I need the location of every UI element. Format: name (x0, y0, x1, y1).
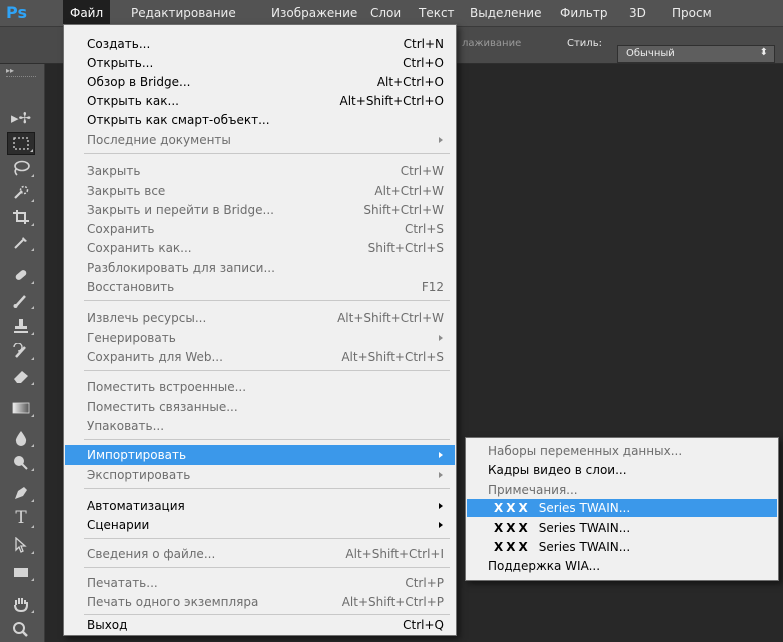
menu-layers[interactable]: Слои (363, 0, 408, 26)
menu-item-recent-documents[interactable]: Последние документы (65, 131, 455, 149)
menu-separator (84, 370, 450, 371)
submenu-arrow-icon (439, 503, 443, 509)
menu-item-close[interactable]: Закрыть Ctrl+W (65, 162, 455, 180)
device-prefix: XXX (494, 540, 531, 554)
photoshop-logo: Ps (6, 3, 27, 22)
submenu-item-twain-1[interactable]: XXX Series TWAIN... (467, 499, 777, 517)
submenu-arrow-icon (439, 452, 443, 458)
submenu-item-twain-3[interactable]: XXX Series TWAIN... (467, 538, 777, 556)
menu-item-print[interactable]: Печатать... Ctrl+P (65, 574, 455, 592)
gradient-tool-icon[interactable] (7, 396, 35, 419)
menu-edit[interactable]: Редактирование (124, 0, 243, 26)
menu-item-automate[interactable]: Автоматизация (65, 497, 455, 515)
device-prefix: XXX (494, 521, 531, 535)
menu-item-place-linked[interactable]: Поместить связанные... (65, 398, 455, 416)
menu-3d[interactable]: 3D (622, 0, 653, 26)
submenu-arrow-icon (439, 472, 443, 478)
device-prefix: XXX (494, 501, 531, 515)
style-select[interactable]: Обычный ⬍ (617, 45, 775, 63)
menu-item-close-go-bridge[interactable]: Закрыть и перейти в Bridge... Shift+Ctrl+… (65, 201, 455, 219)
menu-file[interactable]: Файл (63, 0, 111, 26)
rect-marquee-tool-icon[interactable] (7, 132, 35, 155)
menu-separator (84, 439, 450, 440)
blur-tool-icon[interactable] (7, 426, 35, 449)
menu-separator (84, 538, 450, 539)
menu-type[interactable]: Текст (412, 0, 462, 26)
move-tool-icon[interactable]: ▸✢ (7, 107, 35, 130)
submenu-item-video-frames[interactable]: Кадры видео в слои... (467, 461, 777, 479)
eyedropper-tool-icon[interactable] (7, 230, 35, 253)
history-brush-tool-icon[interactable] (7, 339, 35, 362)
menu-item-save[interactable]: Сохранить Ctrl+S (65, 220, 455, 238)
menu-select[interactable]: Выделение (463, 0, 548, 26)
submenu-arrow-icon (439, 522, 443, 528)
menu-item-export[interactable]: Экспортировать (65, 466, 455, 484)
menu-separator (84, 488, 450, 489)
file-menu: Создать... Ctrl+N Открыть... Ctrl+O Обзор … (63, 24, 457, 636)
menu-image[interactable]: Изображение (264, 0, 364, 26)
collapse-panel-icon[interactable]: ▸▸ (6, 66, 14, 75)
menu-item-new[interactable]: Создать... Ctrl+N (65, 35, 455, 53)
style-label: Стиль: (567, 38, 602, 49)
panel-grip[interactable] (6, 76, 36, 79)
menu-view[interactable]: Просм (665, 0, 719, 26)
brush-tool-icon[interactable] (7, 288, 35, 311)
menu-separator (84, 153, 450, 154)
submenu-item-data-sets[interactable]: Наборы переменных данных... (467, 442, 777, 460)
device-label: Series TWAIN... (538, 501, 631, 515)
submenu-item-notes[interactable]: Примечания... (467, 481, 777, 499)
menu-item-save-for-web[interactable]: Сохранить для Web... Alt+Shift+Ctrl+S (65, 348, 455, 366)
menu-item-extract-assets[interactable]: Извлечь ресурсы... Alt+Shift+Ctrl+W (65, 309, 455, 327)
menu-bar: Ps Файл Редактирование Изображение Слои … (0, 0, 783, 27)
zoom-tool-icon[interactable] (7, 617, 35, 640)
healing-brush-tool-icon[interactable] (7, 263, 35, 286)
device-label: Series TWAIN... (538, 521, 631, 535)
menu-item-import[interactable]: Импортировать (65, 445, 455, 465)
menu-item-place-embedded[interactable]: Поместить встроенные... (65, 378, 455, 396)
menu-item-browse-bridge[interactable]: Обзор в Bridge... Alt+Ctrl+O (65, 73, 455, 91)
menu-item-package[interactable]: Упаковать... (65, 417, 455, 435)
submenu-item-twain-2[interactable]: XXX Series TWAIN... (467, 519, 777, 537)
dodge-tool-icon[interactable] (7, 450, 35, 473)
menu-item-save-as[interactable]: Сохранить как... Shift+Ctrl+S (65, 239, 455, 257)
device-label: Series TWAIN... (538, 540, 631, 554)
antialias-label: лаживание (462, 38, 522, 49)
menu-item-print-one-copy[interactable]: Печать одного экземпляра Alt+Shift+Ctrl+P (65, 593, 455, 611)
rectangle-shape-tool-icon[interactable] (7, 560, 35, 583)
eraser-tool-icon[interactable] (7, 364, 35, 387)
menu-separator (84, 300, 450, 301)
select-arrows-icon: ⬍ (759, 47, 768, 58)
clone-stamp-tool-icon[interactable] (7, 314, 35, 337)
import-submenu: Наборы переменных данных... Кадры видео … (465, 437, 779, 581)
menu-item-close-all[interactable]: Закрыть все Alt+Ctrl+W (65, 182, 455, 200)
lasso-tool-icon[interactable] (7, 156, 35, 179)
menu-item-generate[interactable]: Генерировать (65, 329, 455, 347)
menu-item-open-as[interactable]: Открыть как... Alt+Shift+Ctrl+O (65, 92, 455, 110)
quick-selection-tool-icon[interactable] (7, 181, 35, 204)
crop-tool-icon[interactable] (7, 205, 35, 228)
pen-tool-icon[interactable] (7, 481, 35, 504)
submenu-item-wia[interactable]: Поддержка WIA... (467, 557, 777, 575)
menu-item-open-smart-object[interactable]: Открыть как смарт-объект... (65, 111, 455, 129)
submenu-arrow-icon (439, 335, 443, 341)
menu-item-file-info[interactable]: Сведения о файле... Alt+Shift+Ctrl+I (65, 545, 455, 563)
menu-item-scripts[interactable]: Сценарии (65, 516, 455, 534)
submenu-arrow-icon (439, 137, 443, 143)
menu-item-exit[interactable]: Выход Ctrl+Q (65, 616, 455, 634)
hand-tool-icon[interactable] (7, 592, 35, 615)
menu-separator (84, 614, 450, 615)
menu-separator (84, 567, 450, 568)
menu-item-revert[interactable]: Восстановить F12 (65, 278, 455, 296)
menu-item-check-in[interactable]: Разблокировать для записи... (65, 259, 455, 277)
menu-item-open[interactable]: Открыть... Ctrl+O (65, 54, 455, 72)
path-selection-tool-icon[interactable] (7, 533, 35, 556)
style-select-value: Обычный (626, 48, 675, 59)
type-tool-icon[interactable]: T (7, 507, 35, 530)
menu-filter[interactable]: Фильтр (553, 0, 614, 26)
